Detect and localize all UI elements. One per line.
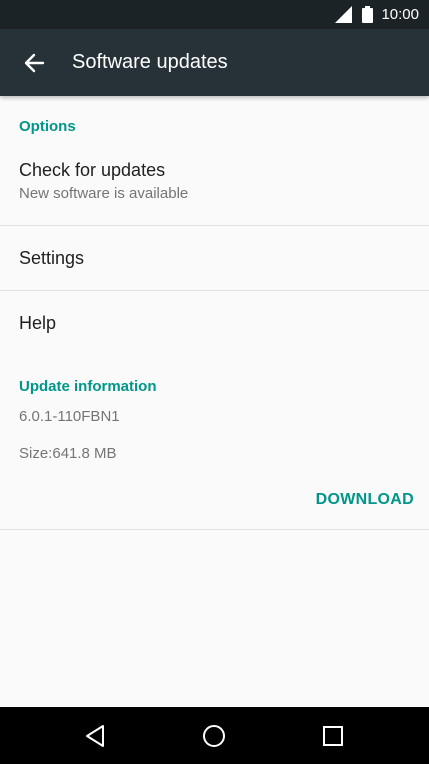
back-button[interactable] — [17, 46, 51, 80]
nav-back-button[interactable] — [80, 721, 110, 751]
status-bar: 10:00 — [0, 0, 429, 29]
help-title: Help — [19, 313, 57, 333]
signal-icon — [335, 6, 353, 23]
navigation-bar — [0, 707, 429, 764]
check-for-updates-subtitle: New software is available — [19, 185, 189, 202]
divider — [0, 529, 429, 530]
check-for-updates-title: Check for updates — [19, 160, 166, 180]
settings-item[interactable]: Settings — [0, 248, 429, 269]
check-for-updates-item[interactable]: Check for updates New software is availa… — [0, 160, 429, 202]
options-section-header: Options — [19, 118, 76, 135]
version-text: 6.0.1-110FBN1 — [19, 408, 120, 425]
help-item[interactable]: Help — [0, 313, 429, 334]
download-button[interactable]: DOWNLOAD — [316, 489, 414, 511]
divider — [0, 225, 429, 226]
status-time: 10:00 — [381, 6, 419, 23]
nav-recents-button[interactable] — [318, 721, 348, 751]
app-bar: Software updates — [0, 29, 429, 96]
update-information-header: Update information — [19, 378, 157, 395]
size-text: Size:641.8 MB — [19, 445, 117, 462]
divider — [0, 290, 429, 291]
recents-square-icon — [323, 726, 343, 746]
home-circle-icon — [203, 725, 225, 747]
page-title: Software updates — [72, 51, 228, 73]
settings-title: Settings — [19, 248, 85, 268]
battery-icon — [362, 6, 374, 23]
arrow-left-icon — [24, 53, 45, 72]
nav-home-button[interactable] — [199, 721, 229, 751]
back-triangle-icon — [86, 725, 104, 747]
